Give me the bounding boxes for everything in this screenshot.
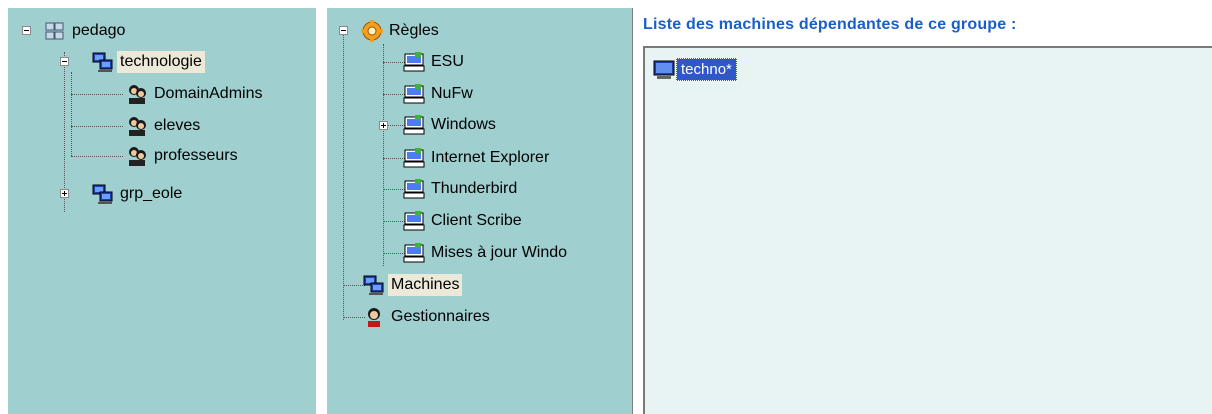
tree-item-grp-eole[interactable]: grp_eole xyxy=(92,181,185,207)
tree-line xyxy=(71,156,123,157)
tree-item-label: pedago xyxy=(72,22,126,39)
tree-item-label: Gestionnaires xyxy=(391,308,490,325)
tree-line xyxy=(343,32,344,320)
tree-line xyxy=(71,72,72,156)
tree-line xyxy=(383,158,405,159)
tree-line xyxy=(383,189,405,190)
tree-item-esu[interactable]: ESU xyxy=(403,49,467,75)
tree-item-pedago[interactable]: pedago xyxy=(44,18,128,44)
tree-item-thunderbird[interactable]: Thunderbird xyxy=(403,176,520,202)
computer-group-icon xyxy=(92,51,114,73)
policy-computer-icon xyxy=(403,242,425,264)
tree-item-windows[interactable]: Windows xyxy=(403,112,499,138)
tree-item-label: Règles xyxy=(389,22,439,39)
expand-toggle[interactable] xyxy=(379,121,388,130)
list-item-techno[interactable]: techno* xyxy=(653,56,737,82)
collapse-toggle[interactable] xyxy=(60,57,69,66)
collapse-toggle[interactable] xyxy=(339,26,348,35)
computer-group-icon xyxy=(92,183,114,205)
tree-item-machines[interactable]: Machines xyxy=(363,272,463,298)
tree-line xyxy=(383,94,405,95)
tree-item-label: grp_eole xyxy=(120,185,183,202)
tree-item-client-scribe[interactable]: Client Scribe xyxy=(403,208,525,234)
list-item-label: techno* xyxy=(676,57,737,81)
tree-item-nufw[interactable]: NuFw xyxy=(403,81,476,107)
tree-item-label: ESU xyxy=(431,53,464,70)
computer-network-icon xyxy=(653,58,675,80)
tree-line xyxy=(71,126,123,127)
tree-item-professeurs[interactable]: professeurs xyxy=(126,143,241,169)
tree-item-label: technologie xyxy=(117,51,205,73)
tree-line xyxy=(71,94,123,95)
tree-item-label: Windows xyxy=(431,116,496,133)
policy-computer-icon xyxy=(403,147,425,169)
tree-line xyxy=(383,253,405,254)
machines-list-panel: Liste des machines dépendantes de ce gro… xyxy=(633,0,1212,414)
tree-item-domainadmins[interactable]: DomainAdmins xyxy=(126,81,265,107)
tree-line xyxy=(64,52,65,212)
tree-item-label: Internet Explorer xyxy=(431,149,550,166)
tree-item-technologie[interactable]: technologie xyxy=(92,49,205,75)
tree-item-eleves[interactable]: eleves xyxy=(126,113,203,139)
domain-computers-icon xyxy=(44,20,66,42)
users-group-icon xyxy=(126,83,148,105)
rules-tree-panel[interactable]: Règles ESU NuFw Windows Internet Explore… xyxy=(327,8,633,414)
computer-group-icon xyxy=(363,274,385,296)
rules-gear-icon xyxy=(361,20,383,42)
groups-tree-panel[interactable]: pedago technologie DomainAdmins eleves p… xyxy=(8,8,316,414)
users-group-icon xyxy=(126,115,148,137)
tree-item-mises-a-jour-windows[interactable]: Mises à jour Windo xyxy=(403,240,632,266)
tree-item-label: Mises à jour Windo xyxy=(431,244,568,261)
tree-item-label: Thunderbird xyxy=(431,180,518,197)
collapse-toggle[interactable] xyxy=(22,26,31,35)
tree-item-label: DomainAdmins xyxy=(154,85,263,102)
policy-computer-icon xyxy=(403,178,425,200)
tree-line xyxy=(383,62,405,63)
tree-line xyxy=(343,317,365,318)
tree-item-label: Machines xyxy=(388,274,463,296)
tree-item-gestionnaires[interactable]: Gestionnaires xyxy=(363,304,493,330)
tree-line xyxy=(383,221,405,222)
tree-item-label: professeurs xyxy=(154,147,238,164)
manager-user-icon xyxy=(363,306,385,328)
tree-line xyxy=(343,285,365,286)
policy-computer-icon xyxy=(403,51,425,73)
policy-computer-icon xyxy=(403,210,425,232)
users-group-icon xyxy=(126,145,148,167)
policy-computer-icon xyxy=(403,83,425,105)
tree-item-regles[interactable]: Règles xyxy=(361,18,442,44)
tree-item-label: eleves xyxy=(154,117,201,134)
list-title: Liste des machines dépendantes de ce gro… xyxy=(643,16,1017,33)
tree-line xyxy=(383,44,384,266)
tree-item-label: Client Scribe xyxy=(431,212,522,229)
machines-listbox[interactable]: techno* xyxy=(643,46,1212,414)
policy-computer-icon xyxy=(403,114,425,136)
expand-toggle[interactable] xyxy=(60,189,69,198)
tree-item-internet-explorer[interactable]: Internet Explorer xyxy=(403,145,552,171)
tree-item-label: NuFw xyxy=(431,85,473,102)
